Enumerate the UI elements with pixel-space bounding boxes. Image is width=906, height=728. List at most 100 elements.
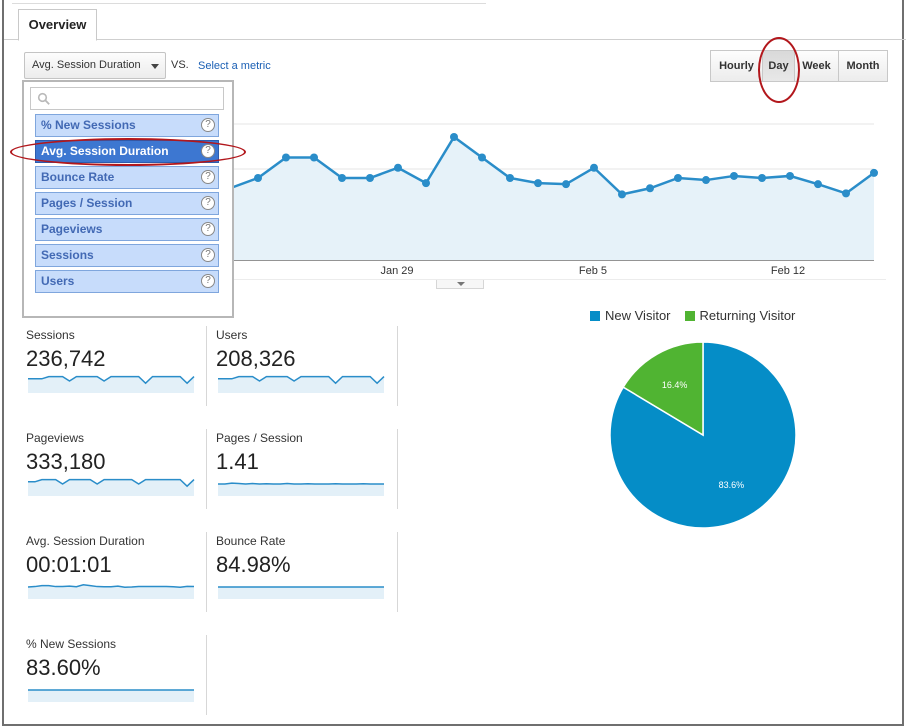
metric-tile[interactable]: Sessions 236,742 [26,328,206,408]
metric-tile-label: Users [216,328,248,342]
tile-divider [206,532,207,612]
dropdown-item-label: Bounce Rate [41,170,115,184]
chart-area-fill [230,137,874,260]
metric-tile[interactable]: Bounce Rate 84.98% [216,534,396,614]
metric-tile-value: 333,180 [26,449,106,474]
metric-tile-value: 84.98% [216,552,291,577]
dropdown-item-label: Users [41,274,75,288]
chart-resize-tab[interactable] [436,280,484,289]
legend-label: New Visitor [605,308,671,323]
chart-point[interactable] [786,171,794,180]
sparkline [28,689,194,702]
chart-point[interactable] [618,190,626,199]
month-button[interactable]: Month [838,50,888,82]
legend-swatch [590,310,600,321]
chart-point[interactable] [870,168,878,177]
metric-tile-value: 83.60% [26,655,101,680]
chart-point[interactable] [646,184,654,193]
help-icon[interactable]: ? [201,196,215,210]
metric-tile[interactable]: Avg. Session Duration 00:01:01 [26,534,206,614]
sparkline-fill [218,483,384,496]
dropdown-item[interactable]: Bounce Rate? [35,166,219,189]
dropdown-search-input[interactable] [30,87,224,110]
metric-tile-label: Avg. Session Duration [26,534,145,548]
dropdown-item-label: Pageviews [41,222,103,236]
dropdown-item-label: % New Sessions [41,118,136,132]
dropdown-item[interactable]: Users? [35,270,219,293]
chart-point[interactable] [254,174,262,182]
metric-tile-label: Sessions [26,328,75,342]
chart-point[interactable] [702,176,710,185]
dropdown-item-label: Pages / Session [41,196,133,210]
metric-tile[interactable]: % New Sessions 83.60% [26,637,206,717]
metric-tile-label: Bounce Rate [216,534,286,548]
chart-point[interactable] [450,133,458,141]
help-icon[interactable]: ? [201,170,215,184]
sparkline-fill [28,479,194,496]
chart-point[interactable] [730,171,738,180]
metric-tile[interactable]: Users 208,326 [216,328,396,408]
chart-point[interactable] [590,163,598,172]
sparkline [218,375,385,393]
chart-point[interactable] [310,153,318,162]
dropdown-item[interactable]: Pageviews? [35,218,219,241]
sparkline [28,375,195,393]
dropdown-item-label: Sessions [41,248,94,262]
chevron-down-icon [457,282,465,286]
legend-entry[interactable]: New Visitor [590,308,671,323]
sparkline-fill [28,376,194,393]
x-tick-label: Feb 5 [579,265,607,277]
metric-tile[interactable]: Pages / Session 1.41 [216,431,396,511]
dropdown-item[interactable]: Sessions? [35,244,219,267]
chart-point[interactable] [422,179,430,188]
sparkline-fill [218,587,384,599]
help-icon[interactable]: ? [201,222,215,236]
metric-tile-label: % New Sessions [26,637,117,651]
chart-point[interactable] [282,153,290,162]
chart-point[interactable] [674,174,682,182]
dropdown-item[interactable]: % New Sessions? [35,114,219,137]
chart-point[interactable] [842,189,850,198]
search-icon [37,92,50,105]
line-chart: Jan 29 Feb 5 Feb 12 [200,123,886,280]
chart-point[interactable] [562,180,570,189]
tab-overview[interactable]: Overview [18,9,97,41]
sparkline-fill [28,690,194,702]
chart-point[interactable] [506,174,514,182]
metric-tile-label: Pages / Session [216,431,303,445]
chart-point[interactable] [366,174,374,182]
chart-point[interactable] [394,163,402,172]
chart-point[interactable] [478,153,486,162]
metric-tile-value: 00:01:01 [26,552,112,577]
legend-label: Returning Visitor [699,308,796,323]
hourly-button[interactable]: Hourly [710,50,763,82]
metric-tile-value: 236,742 [26,346,106,371]
help-icon[interactable]: ? [201,248,215,262]
week-button[interactable]: Week [794,50,839,82]
tile-divider [397,532,398,612]
pie-slice-label: 83.6% [719,480,745,490]
chart-point[interactable] [338,174,346,182]
primary-metric-select[interactable]: Avg. Session Duration [24,52,166,79]
sparkline-line [27,584,195,588]
tile-divider [206,635,207,715]
legend-swatch [684,310,695,321]
sparkline-fill [218,376,384,393]
help-icon[interactable]: ? [201,118,215,132]
sparkline [218,482,384,496]
vs-label: VS. [171,59,189,71]
chart-point[interactable] [758,174,766,182]
metric-tile-label: Pageviews [26,431,85,445]
metric-tile[interactable]: Pageviews 333,180 [26,431,206,511]
select-metric-link[interactable]: Select a metric [198,60,271,72]
metric-dropdown: % New Sessions? Avg. Session Duration? Bou… [22,80,234,318]
help-icon[interactable]: ? [201,274,215,288]
chart-point[interactable] [534,179,542,188]
chart-point[interactable] [814,180,822,189]
tile-divider [397,326,398,406]
tab-strip-rule [12,3,486,4]
dropdown-item[interactable]: Pages / Session? [35,192,219,215]
chevron-down-icon [151,64,159,69]
legend-entry[interactable]: Returning Visitor [684,308,796,323]
metric-tile-value: 1.41 [216,449,259,474]
